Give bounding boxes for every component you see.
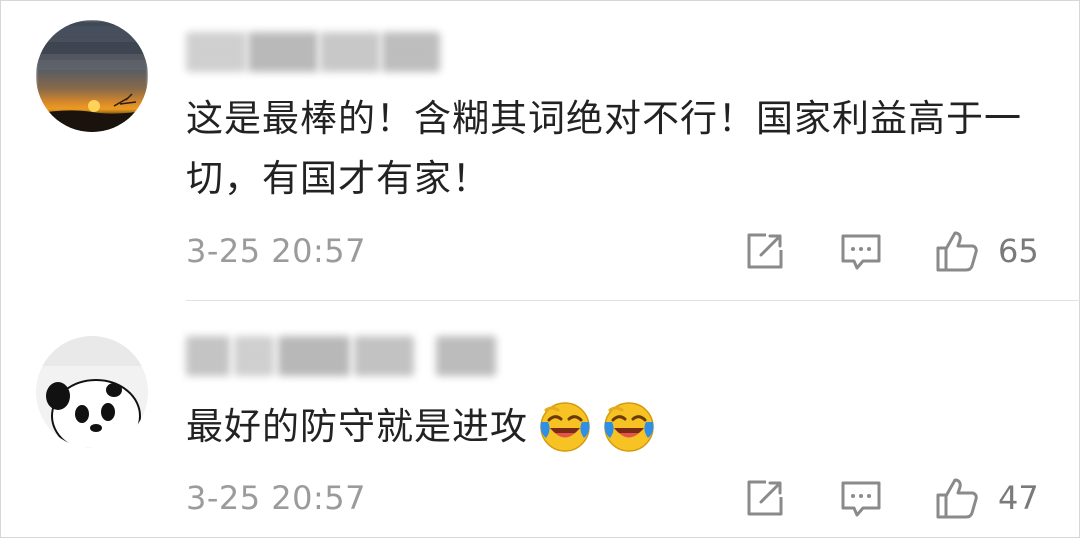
user-avatar[interactable] — [36, 20, 148, 132]
comment-item: 最好的防守就是进攻 3-25 20:57 47 — [0, 301, 1080, 537]
share-button[interactable] — [742, 475, 788, 521]
like-button[interactable] — [934, 228, 980, 274]
user-avatar[interactable] — [36, 336, 148, 448]
comment-meta: 3-25 20:57 65 — [186, 228, 1056, 278]
comment-text: 最好的防守就是进攻 — [186, 397, 1046, 457]
like-button[interactable] — [934, 475, 980, 521]
laughing-crying-emoji-icon — [540, 402, 590, 452]
comment-meta: 3-25 20:57 47 — [186, 475, 1056, 525]
comment-text-content: 最好的防守就是进攻 — [186, 405, 528, 448]
share-icon — [747, 233, 783, 269]
like-count: 47 — [998, 479, 1039, 517]
comment-text: 这是最棒的！含糊其词绝对不行！国家利益高于一切，有国才有家！ — [186, 97, 1022, 200]
reply-button[interactable] — [838, 228, 884, 274]
reply-button[interactable] — [838, 475, 884, 521]
laughing-crying-emoji-icon — [604, 402, 654, 452]
thumbs-up-icon — [936, 231, 978, 272]
thumbs-up-icon — [936, 478, 978, 519]
username-blurred[interactable] — [186, 32, 446, 72]
comment-timestamp: 3-25 20:57 — [186, 232, 367, 270]
share-icon — [747, 480, 783, 516]
sunset-avatar-icon — [36, 20, 148, 132]
comment-timestamp: 3-25 20:57 — [186, 479, 367, 517]
comment-bubble-icon — [841, 234, 881, 270]
panda-avatar-icon — [36, 336, 148, 448]
username-blurred[interactable] — [186, 336, 496, 376]
comment-item: 这是最棒的！含糊其词绝对不行！国家利益高于一切，有国才有家！ 3-25 20:5… — [0, 0, 1080, 300]
comment-bubble-icon — [841, 481, 881, 517]
like-count: 65 — [998, 232, 1039, 270]
share-button[interactable] — [742, 228, 788, 274]
